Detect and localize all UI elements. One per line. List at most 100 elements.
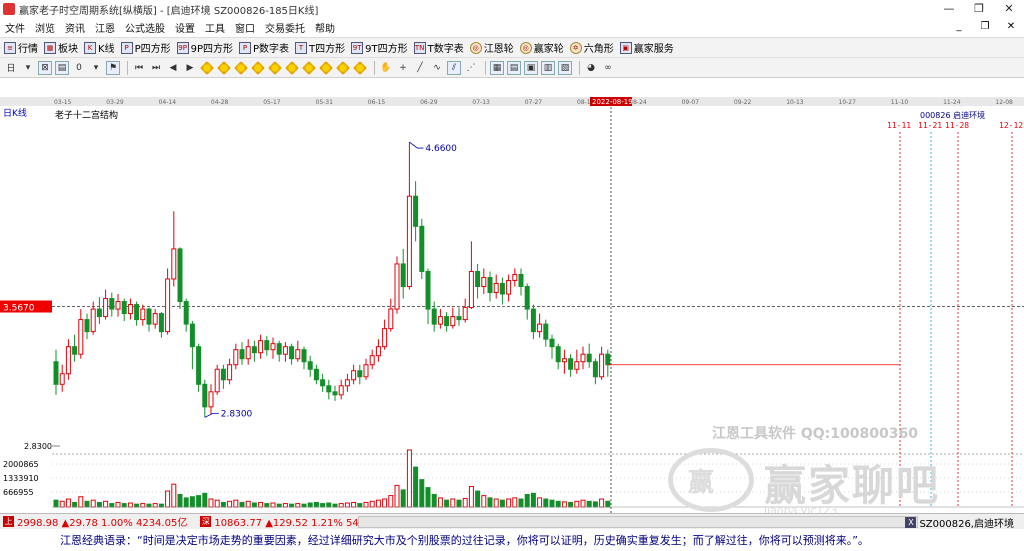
volume-bar-down (202, 492, 208, 508)
export-icon[interactable]: ▧ (558, 60, 572, 75)
dropdown-arrow-icon[interactable]: ▾ (89, 61, 103, 75)
maximize-button[interactable]: ❐ (964, 0, 994, 18)
last-bar-icon[interactable]: ⏭ (149, 61, 163, 75)
zero-select[interactable]: 0 (72, 61, 86, 75)
infinity-icon[interactable]: ∞ (601, 61, 615, 75)
menu-trade[interactable]: 交易委托 (260, 20, 310, 35)
cross-cursor-icon[interactable]: ⊠ (38, 60, 52, 75)
toolbar-button-list[interactable]: ≡ 行情 (4, 40, 38, 55)
menu-window[interactable]: 窗口 (230, 20, 260, 35)
next-icon[interactable]: ▶ (183, 61, 197, 75)
prev-icon[interactable]: ◀ (166, 61, 180, 75)
wave-icon[interactable]: ∿ (430, 61, 444, 75)
volume-bar-up (344, 502, 350, 508)
menu-gann[interactable]: 江恩 (90, 20, 120, 35)
candle-up (165, 278, 171, 333)
time-cycle-icon[interactable] (302, 60, 316, 75)
toolbar-button-kline[interactable]: K K线 (84, 40, 115, 55)
volume-bar-up (208, 498, 214, 508)
calc-icon[interactable]: ▦ (490, 60, 504, 75)
horizontal-scrollbar[interactable] (358, 516, 918, 528)
volume-bar-up (437, 497, 443, 508)
volume-bar-down (96, 501, 102, 508)
candle-down (605, 353, 611, 366)
volume-bar-up (59, 500, 65, 508)
time-cycle-icon[interactable] (234, 60, 248, 75)
volume-bar-up (493, 498, 499, 508)
volume-bar-down (326, 502, 332, 508)
crosshair-icon[interactable]: + (396, 61, 410, 75)
mdi-close-button[interactable]: ✕ (998, 18, 1024, 36)
ruler-date: 04-14 (159, 99, 177, 106)
volume-bar-up (462, 497, 468, 508)
toolbar-button-square-9t[interactable]: 9T 9T四方形 (351, 40, 408, 55)
menu-settings[interactable]: 设置 (170, 20, 200, 35)
toolbar-button-grid[interactable]: ▦ 板块 (44, 40, 78, 55)
toolbar-button-square-p[interactable]: P P四方形 (120, 40, 171, 55)
time-cycle-icon[interactable] (251, 60, 265, 75)
line-icon[interactable]: ╱ (413, 61, 427, 75)
current-code[interactable]: X SZ000826,启迪环境 (905, 515, 1014, 530)
menu-file[interactable]: 文件 (0, 20, 30, 35)
volume-bar-down (456, 499, 462, 508)
candle-up (59, 373, 65, 385)
volume-bar-down (196, 495, 202, 508)
candle-down (456, 316, 462, 321)
toolbar-button-winner-wheel[interactable]: ◎ 赢家轮 (519, 40, 564, 55)
time-cycle-icon[interactable] (319, 60, 333, 75)
ruler-date: 10-13 (786, 99, 804, 106)
table-icon[interactable]: ▤ (507, 60, 521, 75)
color-wheel-icon[interactable]: ◕ (584, 61, 598, 75)
ruler-date: 06-29 (420, 99, 438, 106)
candle-down (189, 323, 195, 348)
volume-bar-down (568, 501, 574, 508)
volume-bar-up (468, 485, 474, 508)
first-bar-icon[interactable]: ⏮ (132, 61, 146, 75)
time-cycle-icon[interactable] (217, 60, 231, 75)
menu-formula[interactable]: 公式选股 (120, 20, 170, 35)
candle-up (140, 308, 146, 321)
toolbar-button-square-t[interactable]: T T四方形 (295, 40, 345, 55)
channel-icon[interactable]: ⫽ (447, 60, 461, 75)
gann-wheel-icon: ◎ (469, 41, 482, 54)
toolbar-button-hexagon[interactable]: ✡ 六角形 (569, 40, 614, 55)
zoom-icon[interactable]: ▤ (55, 60, 69, 75)
menu-help[interactable]: 帮助 (310, 20, 340, 35)
menu-news[interactable]: 资讯 (60, 20, 90, 35)
volume-bar-down (313, 501, 319, 508)
candle-up (208, 391, 214, 408)
toolbar-button-square-9p[interactable]: 9P 9P四方形 (176, 40, 233, 55)
menu-tools[interactable]: 工具 (200, 20, 230, 35)
volume-bar-up (450, 498, 456, 508)
volume-bar-up (115, 501, 121, 508)
save-icon[interactable]: ▣ (524, 60, 538, 75)
fan-icon[interactable]: ⋰ (464, 61, 478, 75)
flag-icon[interactable]: ⚑ (106, 60, 120, 75)
volume-bar-down (320, 503, 326, 508)
period-select[interactable]: 日 (4, 61, 18, 75)
time-cycle-icon[interactable] (285, 60, 299, 75)
volume-bar-up (506, 498, 512, 508)
dropdown-arrow-icon[interactable]: ▾ (21, 61, 35, 75)
candle-up (258, 340, 264, 354)
time-cycle-icon[interactable] (336, 60, 350, 75)
menu-browse[interactable]: 浏览 (30, 20, 60, 35)
time-cycle-icon[interactable] (353, 60, 367, 75)
volume-bar-down (400, 489, 406, 508)
mdi-restore-button[interactable]: ❐ (972, 18, 998, 36)
time-cycle-icon[interactable] (200, 60, 214, 75)
print-icon[interactable]: ▥ (541, 60, 555, 75)
toolbar-button-service[interactable]: ▣ 赢家服务 (619, 40, 674, 55)
ruler-date: 11-10 (891, 99, 909, 106)
time-cycle-icon[interactable] (268, 60, 282, 75)
candle-down (276, 343, 282, 355)
minimize-button[interactable]: — (934, 0, 964, 18)
toolbar-button-numsquare-p[interactable]: P P数字表 (239, 40, 289, 55)
hand-icon[interactable]: ✋ (379, 61, 393, 75)
toolbar-button-gann-wheel[interactable]: ◎ 江恩轮 (469, 40, 514, 55)
sh-index[interactable]: 上 2998.98 ▲29.78 1.00% 4234.05亿 (0, 514, 187, 529)
toolbar-button-numsquare-t[interactable]: TN T数字表 (413, 40, 464, 55)
close-button[interactable]: ✕ (994, 0, 1024, 18)
mdi-minimize-button[interactable]: _ (946, 18, 972, 36)
mdi-controls: _ ❐ ✕ (946, 18, 1024, 36)
